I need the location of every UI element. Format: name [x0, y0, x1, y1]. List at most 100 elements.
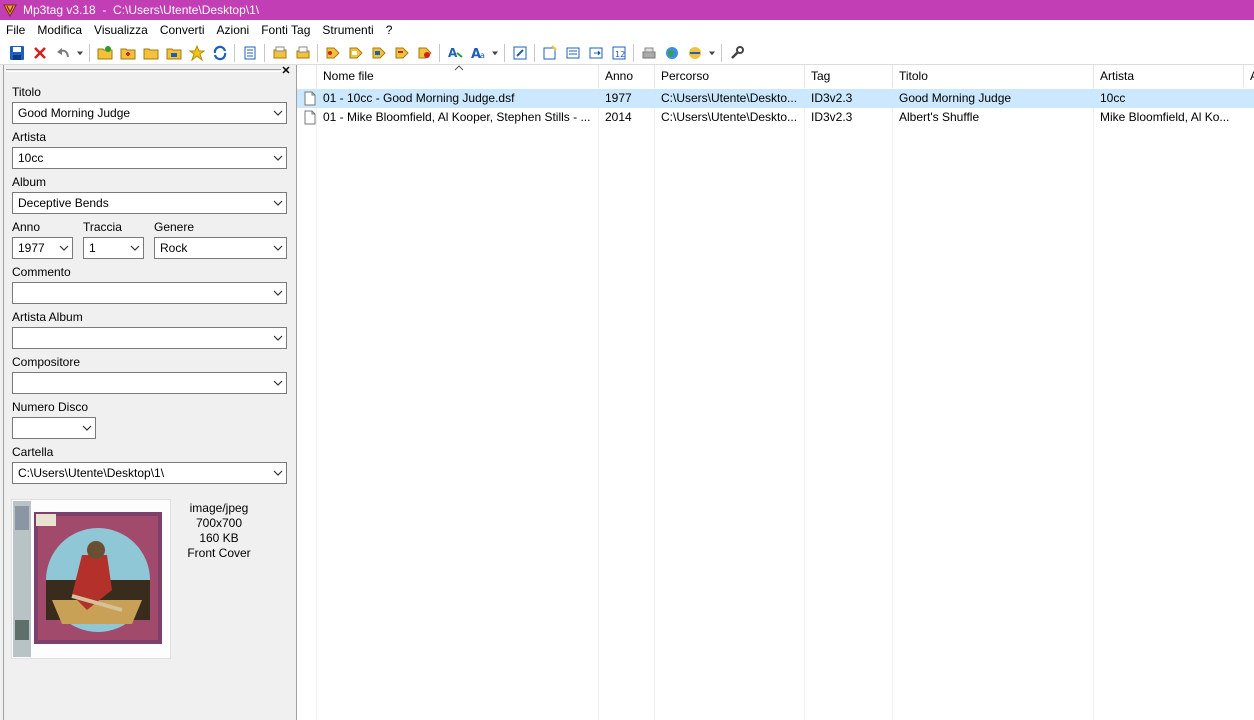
- year-label: Anno: [12, 220, 41, 234]
- column-header-artist[interactable]: Artista: [1094, 65, 1244, 87]
- track-field[interactable]: 1: [83, 237, 144, 259]
- folder-field[interactable]: C:\Users\Utente\Desktop\1\: [12, 462, 287, 484]
- svg-text:12: 12: [615, 50, 625, 59]
- column-header-year[interactable]: Anno: [599, 65, 655, 87]
- cover-dimensions: 700x700: [195, 516, 243, 530]
- web-globe-icon[interactable]: [683, 42, 706, 64]
- artist-field[interactable]: 10cc: [12, 147, 287, 169]
- album-value: Deceptive Bends: [18, 196, 109, 210]
- chevron-down-icon[interactable]: [273, 288, 283, 298]
- table-row[interactable]: 01 - Mike Bloomfield, Al Kooper, Stephen…: [297, 108, 1254, 127]
- add-directory-icon[interactable]: [93, 42, 116, 64]
- open-folder-icon[interactable]: [139, 42, 162, 64]
- toolbar-separator: [317, 43, 318, 62]
- chevron-down-icon[interactable]: [273, 108, 283, 118]
- favorite-icon[interactable]: [185, 42, 208, 64]
- chevron-down-icon[interactable]: [273, 243, 283, 253]
- chevron-down-icon[interactable]: [273, 198, 283, 208]
- disc-number-field[interactable]: [12, 417, 96, 439]
- text-to-tag-icon[interactable]: [390, 42, 413, 64]
- folder-value: C:\Users\Utente\Desktop\1\: [18, 466, 165, 480]
- list-icon[interactable]: [561, 42, 584, 64]
- column-divider: [316, 87, 317, 720]
- file-list: Nome file Anno Percorso Tag Titolo Artis…: [297, 65, 1254, 720]
- column-divider: [1093, 87, 1094, 720]
- undo-icon[interactable]: [51, 42, 74, 64]
- case-conversion-icon[interactable]: Aa: [466, 42, 489, 64]
- year-field[interactable]: 1977: [12, 237, 73, 259]
- menu-file[interactable]: File: [0, 20, 31, 41]
- title-field[interactable]: Good Morning Judge: [12, 102, 287, 124]
- print-icon[interactable]: [291, 42, 314, 64]
- undo-dropdown-icon[interactable]: [74, 42, 86, 64]
- chevron-down-icon[interactable]: [273, 153, 283, 163]
- album-cover-image: [12, 500, 170, 658]
- freedb-icon[interactable]: [637, 42, 660, 64]
- menu-modifica[interactable]: Modifica: [31, 20, 88, 41]
- track-label: Traccia: [83, 220, 122, 234]
- column-header-title[interactable]: Titolo: [893, 65, 1094, 87]
- cell-artist: 10cc: [1100, 91, 1126, 105]
- tag-from-tag-icon[interactable]: [367, 42, 390, 64]
- column-header-tag[interactable]: Tag: [805, 65, 893, 87]
- toolbar-separator: [439, 43, 440, 62]
- tag-from-filename-icon[interactable]: [321, 42, 344, 64]
- panel-grip[interactable]: [6, 69, 281, 72]
- web-sources-icon[interactable]: [660, 42, 683, 64]
- toolbar: A Aa 12: [0, 41, 1254, 65]
- edit-icon[interactable]: [508, 42, 531, 64]
- list-export-icon[interactable]: [584, 42, 607, 64]
- numbering-icon[interactable]: 12: [607, 42, 630, 64]
- refresh-icon[interactable]: [208, 42, 231, 64]
- table-row[interactable]: 01 - 10cc - Good Morning Judge.dsf 1977 …: [297, 89, 1254, 108]
- file-icon: [304, 91, 316, 106]
- chevron-down-icon[interactable]: [59, 243, 69, 253]
- add-files-icon[interactable]: [116, 42, 139, 64]
- comment-label: Commento: [12, 265, 71, 279]
- tag-panel: ✕ Titolo Good Morning Judge Artista 10cc…: [3, 65, 293, 720]
- save-icon[interactable]: [5, 42, 28, 64]
- cover-art[interactable]: [11, 499, 171, 659]
- playlist-icon[interactable]: [538, 42, 561, 64]
- album-artist-label: Artista Album: [12, 310, 83, 324]
- column-header-path[interactable]: Percorso: [655, 65, 805, 87]
- menu-strumenti[interactable]: Strumenti: [316, 20, 379, 41]
- menu-fonti-tag[interactable]: Fonti Tag: [255, 20, 316, 41]
- genre-value: Rock: [160, 241, 188, 255]
- menu-converti[interactable]: Converti: [154, 20, 211, 41]
- toolbar-separator: [534, 43, 535, 62]
- cell-filename: 01 - 10cc - Good Morning Judge.dsf: [323, 91, 515, 105]
- web-dropdown-icon[interactable]: [706, 42, 718, 64]
- album-artist-field[interactable]: [12, 327, 287, 349]
- chevron-down-icon[interactable]: [82, 423, 92, 433]
- comment-field[interactable]: [12, 282, 287, 304]
- tag-to-text-icon[interactable]: [413, 42, 436, 64]
- replace-icon[interactable]: A: [443, 42, 466, 64]
- genre-field[interactable]: Rock: [154, 237, 287, 259]
- composer-field[interactable]: [12, 372, 287, 394]
- mp3tag-logo-icon: [3, 4, 17, 17]
- album-field[interactable]: Deceptive Bends: [12, 192, 287, 214]
- menu-azioni[interactable]: Azioni: [211, 20, 256, 41]
- settings-icon[interactable]: [725, 42, 748, 64]
- panel-close-icon[interactable]: ✕: [280, 65, 292, 77]
- menu-visualizza[interactable]: Visualizza: [88, 20, 154, 41]
- cell-filename: 01 - Mike Bloomfield, Al Kooper, Stephen…: [323, 110, 591, 124]
- header-icon-column[interactable]: [297, 65, 317, 87]
- menu-help[interactable]: ?: [380, 20, 399, 41]
- svg-text:A: A: [448, 46, 458, 60]
- title-value: Good Morning Judge: [18, 106, 131, 120]
- chevron-down-icon[interactable]: [130, 243, 140, 253]
- filename-from-tag-icon[interactable]: [344, 42, 367, 64]
- chevron-down-icon[interactable]: [273, 378, 283, 388]
- chevron-down-icon[interactable]: [273, 333, 283, 343]
- artist-value: 10cc: [18, 151, 44, 165]
- cancel-icon[interactable]: [28, 42, 51, 64]
- case-dropdown-icon[interactable]: [489, 42, 501, 64]
- chevron-down-icon[interactable]: [273, 468, 283, 478]
- toolbar-separator: [633, 43, 634, 62]
- column-header-overflow[interactable]: A: [1244, 65, 1254, 87]
- open-subfolder-icon[interactable]: [162, 42, 185, 64]
- select-all-icon[interactable]: [238, 42, 261, 64]
- export-icon[interactable]: [268, 42, 291, 64]
